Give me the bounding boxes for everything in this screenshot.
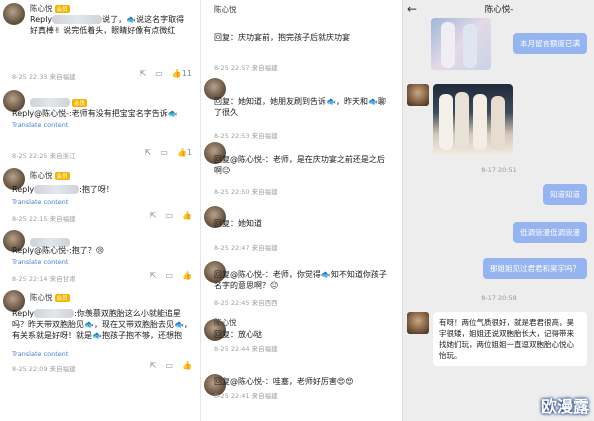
comment-item: 回复@陈心悦-：哇塞，老师好厉害😍😍 8-25 22:41 来自福建: [201, 370, 403, 421]
comment-text: Reply 说了，🐟说这名字取得好真棒✌ 说完低着头，眼睛好像有点微红: [30, 15, 185, 35]
comment-meta: 8-25 22:14 来自甘肃: [12, 275, 76, 283]
comment-meta: 8-25 22:53 来自福建: [214, 132, 278, 140]
comment-author[interactable]: 陈心悦: [30, 293, 53, 302]
share-icon[interactable]: ⇱: [150, 361, 157, 370]
comment-author[interactable]: 陈心悦: [30, 171, 53, 180]
comment-item: 陈心悦 会员 Reply 说了，🐟说这名字取得好真棒✌ 说完低着头，眼睛好像有点微红…: [0, 0, 200, 88]
comment-text: 回复：放心哒: [214, 330, 262, 339]
comment-item: 回复：她知道 8-25 22:47 来自福建: [201, 200, 403, 255]
comment-icon[interactable]: ▭: [165, 211, 173, 220]
comment-text: 回复@陈心悦-：老师，你觉得🐟知不知道你孩子名字的意思啊？😐: [214, 270, 387, 290]
translate-link[interactable]: Translate content: [12, 350, 68, 358]
chat-timestamp: 8-17 20:58: [481, 294, 517, 302]
comment-item: 回复：她知道，她朋友刷到告诉🐟，昨天和🐟聊了很久 8-25 22:53 来自福建: [201, 70, 403, 140]
translate-link[interactable]: Translate content: [12, 258, 68, 266]
comment-panel-left: 陈心悦 会员 Reply 说了，🐟说这名字取得好真棒✌ 说完低着头，眼睛好像有点微红…: [0, 0, 200, 421]
vip-badge: 会员: [54, 172, 70, 180]
comment-actions: ⇱ ▭ 👍: [150, 361, 192, 370]
comment-text: 回复@陈心悦-：老师，是在庆功宴之前还是之后啊😐: [214, 155, 385, 175]
comment-text: 回复：庆功宴前，抱完孩子后就庆功宴: [214, 33, 350, 42]
comment-text: 回复：她知道: [214, 219, 262, 228]
vip-badge: 会员: [54, 294, 70, 302]
shared-photo[interactable]: [431, 18, 491, 70]
comment-icon[interactable]: ▭: [165, 361, 173, 370]
like-icon[interactable]: 👍: [182, 211, 192, 220]
chat-message-outgoing: 知道知道: [543, 184, 587, 205]
comment-item: 陈心悦 回复：放心哒 8-25 22:44 来自福建: [201, 313, 403, 363]
avatar[interactable]: [3, 3, 25, 25]
translate-link[interactable]: Translate content: [12, 121, 68, 129]
comment-item: Reply@陈心悦-:抱了？😢 Translate content 8-25 2…: [0, 228, 200, 288]
comment-meta: 8-25 22:45 来自西西: [214, 299, 278, 307]
comment-meta: 8-25 22:15 来自福建: [12, 215, 76, 223]
like-icon[interactable]: 👍: [182, 361, 192, 370]
comment-icon[interactable]: ▭: [160, 148, 168, 157]
like-icon[interactable]: 👍11: [172, 69, 192, 78]
comment-text: Reply@陈心悦-:抱了？😢: [12, 246, 105, 255]
chat-title: 陈心悦-: [484, 5, 514, 15]
contact-avatar[interactable]: [407, 84, 429, 106]
comment-item: 回复@陈心悦-：老师，是在庆功宴之前还是之后啊😐 8-25 22:50 来自福建: [201, 140, 403, 200]
share-icon[interactable]: ⇱: [150, 271, 157, 280]
chat-header: ← 陈心悦-: [403, 0, 594, 18]
comment-meta: 8-25 22:41 来自福建: [214, 392, 278, 400]
comment-meta: 8-25 22:33 来自福建: [12, 73, 76, 81]
translate-link[interactable]: Translate content: [12, 198, 68, 206]
comment-author[interactable]: 陈心悦: [214, 4, 237, 15]
shared-photo[interactable]: [433, 84, 513, 156]
comment-text: Reply@陈心悦-:老师有没有把宝宝名字告诉🐟: [12, 109, 178, 118]
comment-panel-middle: 陈心悦 回复：庆功宴前，抱完孩子后就庆功宴 8-25 22:57 来自福建 回复…: [200, 0, 403, 421]
comment-meta: 8-25 22:47 来自福建: [214, 244, 278, 252]
comment-text: Reply:你羡慕双胞胎这么小就能追星吗？昨天带双胞胎见🐟，现在又带双胞胎去见🐟…: [12, 309, 192, 340]
comment-meta: 8-25 22:09 来自福建: [12, 365, 76, 373]
comment-item: 回复@陈心悦-：老师，你觉得🐟知不知道你孩子名字的意思啊？😐 8-25 22:4…: [201, 255, 403, 315]
chat-message-incoming: 有呀！两位气质很好，就是君君很高，昊宇很矮，姐姐还说双胞胎长大，记得带来找她们玩…: [433, 312, 587, 366]
comment-meta: 8-25 22:44 来自福建: [214, 345, 278, 353]
comment-actions: ⇱ ▭ 👍1: [145, 148, 192, 157]
comment-icon[interactable]: ▭: [165, 271, 173, 280]
comment-author[interactable]: 陈心悦: [30, 4, 53, 13]
chat-panel: ← 陈心悦- 本月留言额度已满 8-17 20:51 知道知道 低调浪漫低调浪漫…: [402, 0, 594, 421]
chat-timestamp: 8-17 20:51: [481, 166, 517, 174]
comment-actions: ⇱ ▭ 👍11: [140, 69, 192, 78]
vip-badge: 会员: [72, 98, 88, 107]
comment-author[interactable]: 陈心悦: [214, 317, 237, 328]
watermark-logo: 欧漫露: [540, 397, 589, 416]
share-icon[interactable]: ⇱: [145, 148, 152, 157]
comment-item: 会员 Reply@陈心悦-:老师有没有把宝宝名字告诉🐟 Translate co…: [0, 88, 200, 170]
comment-icon[interactable]: ▭: [155, 69, 163, 78]
like-icon[interactable]: 👍: [182, 271, 192, 280]
comment-actions: ⇱ ▭ 👍: [150, 271, 192, 280]
chat-message-outgoing: 本月留言额度已满: [513, 33, 587, 54]
like-icon[interactable]: 👍1: [177, 148, 192, 157]
chat-message-outgoing: 低调浪漫低调浪漫: [513, 222, 587, 243]
comment-item: 陈心悦 会员 Reply:你羡慕双胞胎这么小就能追星吗？昨天带双胞胎见🐟，现在又带…: [0, 288, 200, 421]
chat-message-outgoing: 那姐姐见过君君和昊宇吗？: [483, 258, 587, 279]
comment-text: 回复@陈心悦-：哇塞，老师好厉害😍😍: [214, 377, 354, 386]
vip-badge: 会员: [54, 5, 70, 13]
comment-item: 陈心悦 会员 Reply:抱了呀！ Translate content 8-25 …: [0, 168, 200, 228]
comment-meta: 8-25 22:50 来自福建: [214, 188, 278, 196]
comment-text: Reply:抱了呀！: [12, 185, 114, 194]
share-icon[interactable]: ⇱: [150, 211, 157, 220]
comment-text: 回复：她知道，她朋友刷到告诉🐟，昨天和🐟聊了很久: [214, 97, 386, 117]
comment-actions: ⇱ ▭ 👍: [150, 211, 192, 220]
share-icon[interactable]: ⇱: [140, 69, 147, 78]
comment-item: 陈心悦 回复：庆功宴前，抱完孩子后就庆功宴 8-25 22:57 来自福建: [201, 0, 403, 72]
comment-meta: 8-25 22:25 来自浙江: [12, 152, 76, 160]
contact-avatar[interactable]: [407, 312, 429, 334]
